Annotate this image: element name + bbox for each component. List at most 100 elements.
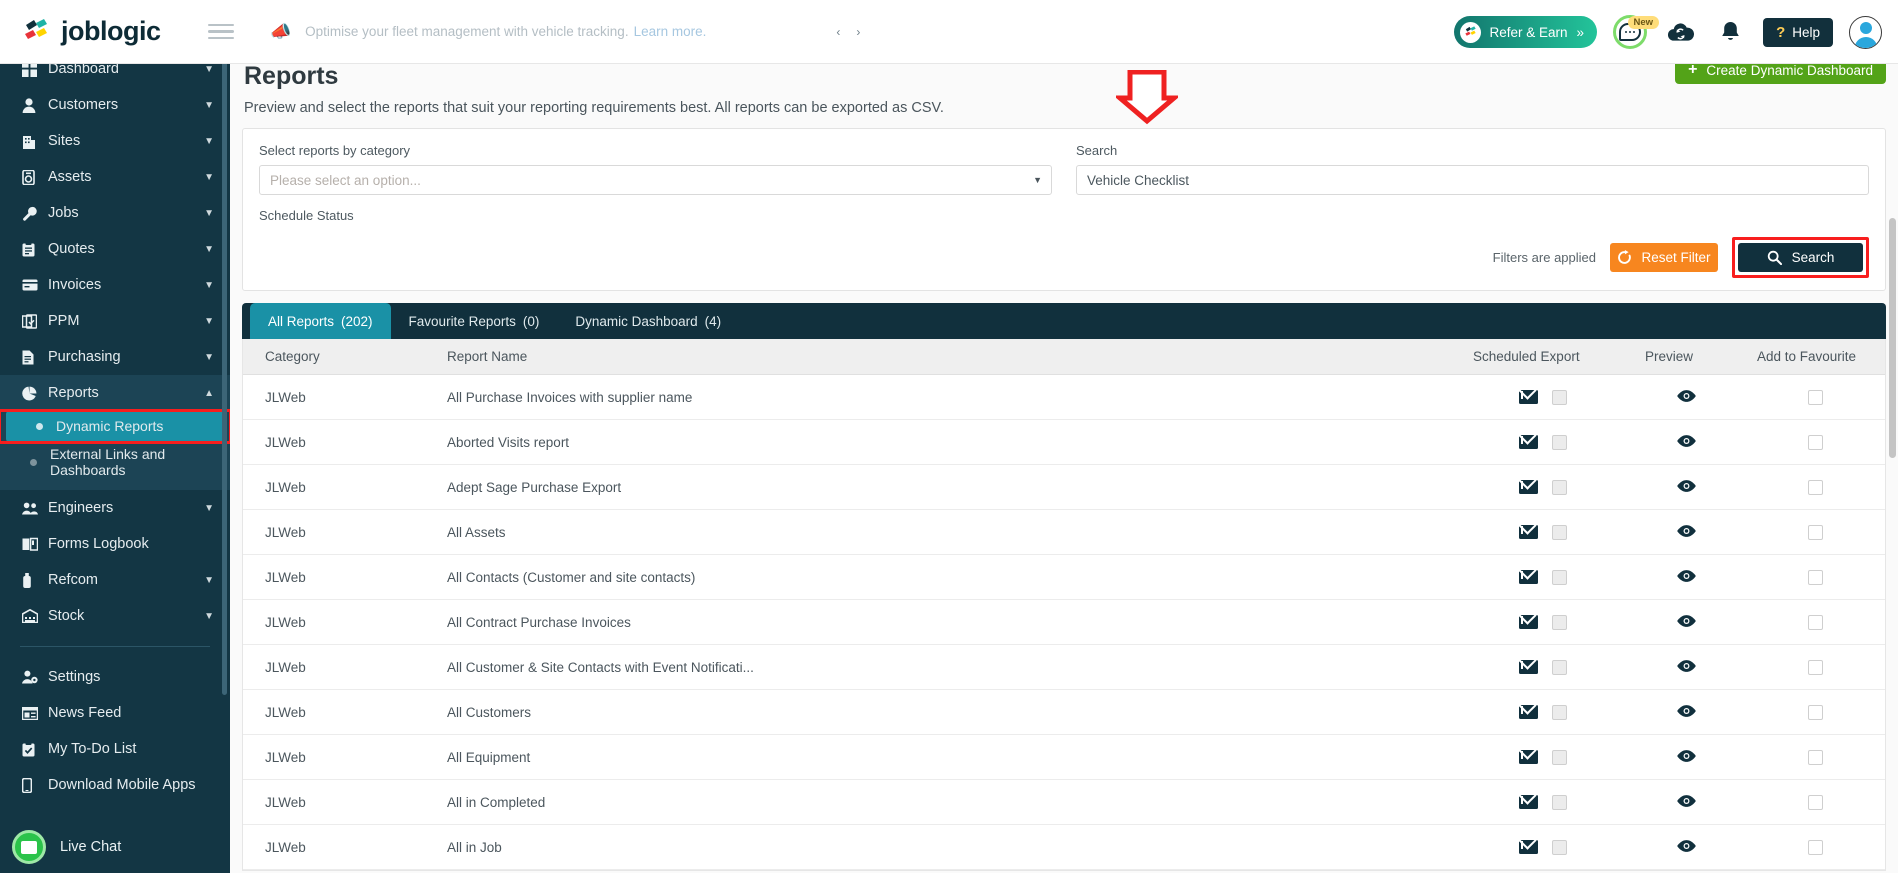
envelope-icon[interactable]	[1519, 390, 1538, 404]
scheduled-export-checkbox[interactable]	[1552, 479, 1567, 495]
menu-toggle-icon[interactable]	[208, 20, 234, 44]
add-to-favourite-checkbox[interactable]	[1807, 614, 1823, 630]
add-to-favourite-checkbox[interactable]	[1807, 704, 1823, 720]
add-to-favourite-checkbox[interactable]	[1807, 749, 1823, 765]
sidebar-scrollbar-thumb[interactable]	[222, 55, 227, 695]
tab-all-reports[interactable]: All Reports (202)	[250, 303, 391, 339]
sidebar-item-sites[interactable]: Sites ▼	[0, 123, 230, 159]
sidebar-item-stock[interactable]: Stock ▼	[0, 598, 230, 634]
table-row[interactable]: JLWeb Adept Sage Purchase Export	[243, 465, 1885, 510]
envelope-icon[interactable]	[1519, 480, 1538, 494]
envelope-icon[interactable]	[1519, 615, 1538, 629]
add-to-favourite-checkbox[interactable]	[1807, 434, 1823, 450]
category-select[interactable]: Please select an option... ▼	[259, 165, 1052, 195]
sync-button[interactable]	[1663, 15, 1697, 49]
sidebar-item-assets[interactable]: Assets ▼	[0, 159, 230, 195]
add-to-favourite-checkbox[interactable]	[1807, 389, 1823, 405]
search-input[interactable]	[1076, 165, 1869, 195]
eye-icon[interactable]	[1676, 839, 1697, 856]
add-to-favourite-checkbox[interactable]	[1807, 839, 1823, 855]
sidebar-item-quotes[interactable]: Quotes ▼	[0, 231, 230, 267]
search-button[interactable]: Search	[1738, 243, 1863, 272]
scheduled-export-checkbox[interactable]	[1552, 839, 1567, 855]
eye-icon[interactable]	[1676, 434, 1697, 451]
eye-icon[interactable]	[1676, 389, 1697, 406]
eye-icon[interactable]	[1676, 794, 1697, 811]
table-row[interactable]: JLWeb All Assets	[243, 510, 1885, 555]
sidebar-item-purchasing[interactable]: Purchasing ▼	[0, 339, 230, 375]
scheduled-export-checkbox[interactable]	[1552, 389, 1567, 405]
sidebar-item-news-feed[interactable]: News Feed	[0, 695, 230, 731]
sidebar-item-download-mobile-apps[interactable]: Download Mobile Apps	[0, 767, 230, 803]
tab-dynamic-dashboard[interactable]: Dynamic Dashboard (4)	[557, 303, 739, 339]
sidebar-item-customers[interactable]: Customers ▼	[0, 87, 230, 123]
sidebar-item-refcom[interactable]: Refcom ▼	[0, 562, 230, 598]
table-row[interactable]: JLWeb All Customer & Site Contacts with E…	[243, 645, 1885, 690]
announcement-prev-icon[interactable]: ‹	[836, 25, 840, 39]
envelope-icon[interactable]	[1519, 795, 1538, 809]
eye-icon[interactable]	[1676, 704, 1697, 721]
envelope-icon[interactable]	[1519, 435, 1538, 449]
help-button[interactable]: ? Help	[1763, 17, 1833, 47]
sidebar-item-dynamic-reports[interactable]: Dynamic Reports	[6, 411, 224, 442]
table-row[interactable]: JLWeb All in Completed	[243, 780, 1885, 825]
cell-scheduled-export	[1459, 524, 1627, 540]
eye-icon[interactable]	[1676, 479, 1697, 496]
eye-icon[interactable]	[1676, 749, 1697, 766]
eye-icon[interactable]	[1676, 614, 1697, 631]
notifications-button[interactable]	[1713, 15, 1747, 49]
table-row[interactable]: JLWeb All Purchase Invoices with supplier…	[243, 375, 1885, 420]
scheduled-export-checkbox[interactable]	[1552, 614, 1567, 630]
sidebar-scrollbar[interactable]	[222, 55, 227, 851]
envelope-icon[interactable]	[1519, 570, 1538, 584]
scheduled-export-checkbox[interactable]	[1552, 749, 1567, 765]
table-row[interactable]: JLWeb All in Job	[243, 825, 1885, 870]
sidebar-item-invoices[interactable]: Invoices ▼	[0, 267, 230, 303]
scheduled-export-checkbox[interactable]	[1552, 659, 1567, 675]
envelope-icon[interactable]	[1519, 705, 1538, 719]
sidebar-item-external-links-and-dashboards[interactable]: External Links and Dashboards	[0, 442, 230, 482]
tab-favourite-reports[interactable]: Favourite Reports (0)	[391, 303, 558, 339]
scheduled-export-checkbox[interactable]	[1552, 524, 1567, 540]
live-chat-button[interactable]: Live Chat	[0, 821, 230, 873]
envelope-icon[interactable]	[1519, 660, 1538, 674]
user-avatar[interactable]	[1849, 15, 1882, 49]
sidebar-item-label: Assets	[48, 169, 92, 185]
reset-filter-button[interactable]: Reset Filter	[1610, 243, 1718, 272]
add-to-favourite-checkbox[interactable]	[1807, 659, 1823, 675]
table-row[interactable]: JLWeb All Customers	[243, 690, 1885, 735]
sidebar-item-forms-logbook[interactable]: Forms Logbook	[0, 526, 230, 562]
eye-icon[interactable]	[1676, 569, 1697, 586]
add-to-favourite-checkbox[interactable]	[1807, 794, 1823, 810]
add-to-favourite-checkbox[interactable]	[1807, 569, 1823, 585]
scheduled-export-checkbox[interactable]	[1552, 704, 1567, 720]
sidebar-item-engineers[interactable]: Engineers ▼	[0, 490, 230, 526]
sidebar-item-my-to-do-list[interactable]: My To-Do List	[0, 731, 230, 767]
announcement-next-icon[interactable]: ›	[856, 25, 860, 39]
main-scrollbar-thumb[interactable]	[1889, 218, 1896, 458]
table-row[interactable]: JLWeb All Equipment	[243, 735, 1885, 780]
scheduled-export-checkbox[interactable]	[1552, 794, 1567, 810]
refer-and-earn-button[interactable]: Refer & Earn »	[1453, 16, 1598, 48]
scheduled-export-checkbox[interactable]	[1552, 569, 1567, 585]
envelope-icon[interactable]	[1519, 750, 1538, 764]
envelope-icon[interactable]	[1519, 840, 1538, 854]
sidebar-item-settings[interactable]: Settings	[0, 659, 230, 695]
sidebar-item-ppm[interactable]: PPM ▼	[0, 303, 230, 339]
envelope-icon[interactable]	[1519, 525, 1538, 539]
category-filter: Select reports by category Please select…	[259, 143, 1052, 195]
announcement-link[interactable]: Learn more.	[634, 24, 707, 39]
scheduled-export-checkbox[interactable]	[1552, 434, 1567, 450]
eye-icon[interactable]	[1676, 524, 1697, 541]
add-to-favourite-checkbox[interactable]	[1807, 524, 1823, 540]
sidebar-item-reports[interactable]: Reports ▲	[0, 375, 230, 411]
sidebar-item-label: Quotes	[48, 241, 95, 257]
table-row[interactable]: JLWeb Aborted Visits report	[243, 420, 1885, 465]
eye-icon[interactable]	[1676, 659, 1697, 676]
chat-button[interactable]: New	[1613, 15, 1660, 49]
sidebar-item-jobs[interactable]: Jobs ▼	[0, 195, 230, 231]
brand[interactable]: joblogic	[0, 16, 200, 48]
table-row[interactable]: JLWeb All Contract Purchase Invoices	[243, 600, 1885, 645]
add-to-favourite-checkbox[interactable]	[1807, 479, 1823, 495]
table-row[interactable]: JLWeb All Contacts (Customer and site con…	[243, 555, 1885, 600]
